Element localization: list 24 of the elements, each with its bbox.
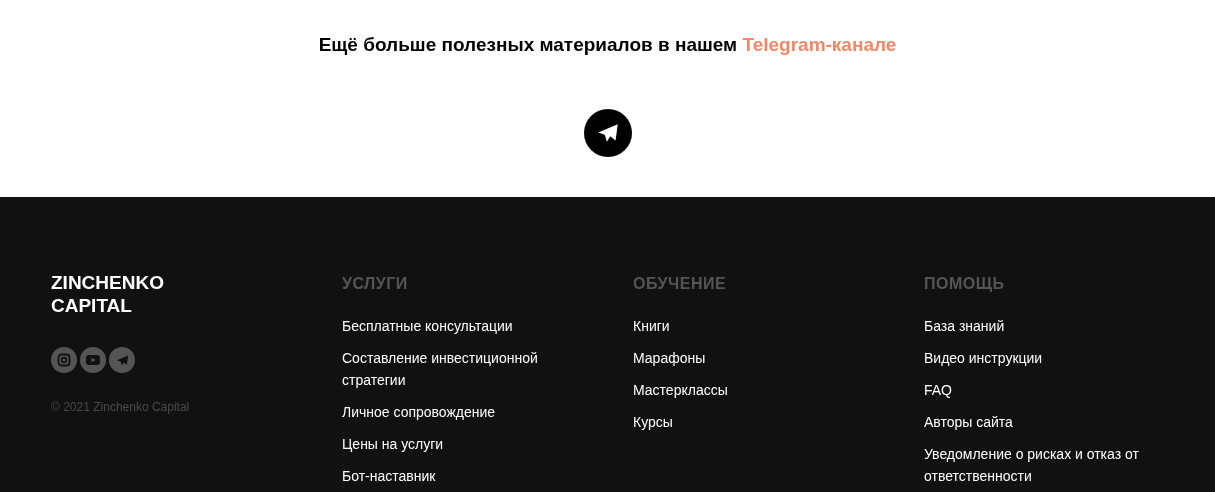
column-heading: ПОМОЩЬ: [924, 274, 1006, 294]
footer-link[interactable]: Бот-наставник: [342, 465, 572, 487]
brand-logo-text[interactable]: ZINCHENKO: [51, 271, 342, 294]
promo-heading: Ещё больше полезных материалов в нашем Telegram-канале: [318, 33, 897, 57]
brand-logo-text[interactable]: CAPITAL: [51, 294, 342, 317]
footer-link[interactable]: Марафоны: [633, 347, 863, 369]
column-heading: УСЛУГИ: [342, 274, 409, 294]
copyright-text: © 2021 Zinchenko Capital: [51, 399, 191, 416]
footer-link[interactable]: Цены на услуги: [342, 433, 572, 455]
footer-link[interactable]: Уведомление о рисках и отказ от ответственности: [924, 443, 1154, 487]
footer-link[interactable]: Видео инструкции: [924, 347, 1154, 369]
footer-link[interactable]: Книги: [633, 315, 863, 337]
column-heading: ОБУЧЕНИЕ: [633, 274, 728, 294]
paper-plane-icon[interactable]: [109, 347, 135, 373]
instagram-icon[interactable]: [51, 347, 77, 373]
footer-link[interactable]: База знаний: [924, 315, 1154, 337]
footer-link[interactable]: Авторы сайта: [924, 411, 1154, 433]
footer-link[interactable]: Мастерклассы: [633, 379, 863, 401]
footer-link[interactable]: FAQ: [924, 379, 1154, 401]
footer-link[interactable]: Курсы: [633, 411, 863, 433]
footer-link[interactable]: Личное сопровождение: [342, 401, 572, 423]
play-icon[interactable]: [80, 347, 106, 373]
footer-link[interactable]: Бесплатные консультации: [342, 315, 572, 337]
footer-link[interactable]: Составление инвестиционной стратегии: [342, 347, 572, 391]
